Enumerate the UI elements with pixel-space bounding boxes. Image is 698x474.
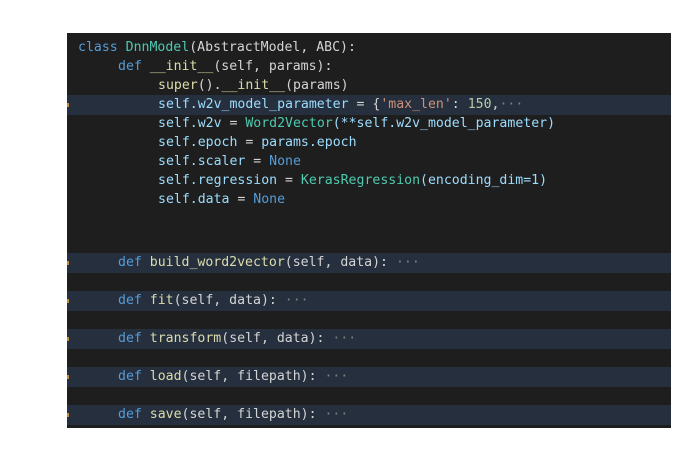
- keyword-def: def: [118, 369, 142, 384]
- function-name: build_word2vector: [149, 255, 285, 270]
- code-line-scaler[interactable]: self.scaler = None: [67, 152, 671, 172]
- class-bases: (AbstractModel, ABC):: [189, 40, 356, 55]
- code-line-class[interactable]: class DnnModel(AbstractModel, ABC):: [67, 38, 671, 58]
- function-params: (self, filepath):: [181, 407, 317, 422]
- code-line-epoch[interactable]: self.epoch = params.epoch: [67, 133, 671, 153]
- attribute: self.epoch: [158, 135, 238, 150]
- attribute: self.w2v_model_parameter: [158, 97, 349, 112]
- colon: :: [451, 97, 468, 112]
- function-params: (self, filepath):: [181, 369, 317, 384]
- folded-marker: [67, 375, 69, 379]
- function-name: __init__: [149, 59, 214, 74]
- folded-marker: [67, 103, 69, 107]
- code-line-save[interactable]: def save(self, filepath): ···: [67, 405, 671, 425]
- code-line-data[interactable]: self.data = None: [67, 190, 671, 210]
- function-name: load: [149, 369, 182, 384]
- call-punct: ().: [197, 78, 222, 93]
- keyword-none: None: [269, 154, 301, 169]
- class-name: KerasRegression: [300, 173, 421, 188]
- function-name: __init__: [221, 78, 286, 93]
- code-line-build-word2vector[interactable]: def build_word2vector(self, data): ···: [67, 253, 671, 273]
- class-name: DnnModel: [125, 40, 190, 55]
- function-name: transform: [149, 331, 222, 346]
- assign-op: =: [237, 135, 262, 150]
- assign-op: =: [229, 192, 254, 207]
- number-literal: 150: [467, 97, 492, 112]
- keyword-def: def: [118, 255, 142, 270]
- fold-ellipsis-icon[interactable]: ···: [499, 97, 523, 112]
- call-args: (**self.w2v_model_parameter): [332, 116, 556, 131]
- keyword-def: def: [118, 407, 142, 422]
- function-params: (self, data):: [221, 331, 325, 346]
- code-line-super[interactable]: super().__init__(params): [67, 76, 671, 96]
- call-args: (encoding_dim=1): [420, 173, 548, 188]
- code-line-load[interactable]: def load(self, filepath): ···: [67, 367, 671, 387]
- code-line-regression[interactable]: self.regression = KerasRegression(encodi…: [67, 171, 671, 191]
- folded-marker: [67, 261, 69, 265]
- keyword-def: def: [118, 331, 142, 346]
- code-line-fit[interactable]: def fit(self, data): ···: [67, 291, 671, 311]
- assign-op: =: [245, 154, 270, 169]
- assign-op: =: [221, 116, 246, 131]
- code-line-init-def[interactable]: def __init__(self, params):: [67, 57, 671, 77]
- code-line-w2v-param[interactable]: self.w2v_model_parameter = {'max_len': 1…: [67, 95, 671, 115]
- code-editor[interactable]: class DnnModel(AbstractModel, ABC): def …: [67, 33, 671, 428]
- attribute: self.w2v: [158, 116, 222, 131]
- folded-marker: [67, 413, 69, 417]
- attribute: self.scaler: [158, 154, 246, 169]
- attribute: self.data: [158, 192, 230, 207]
- function-params: (self, params):: [213, 59, 333, 74]
- folded-marker: [67, 299, 69, 303]
- attribute: self.regression: [158, 173, 278, 188]
- fold-ellipsis-icon[interactable]: ···: [324, 369, 348, 384]
- call-args: (params): [285, 78, 349, 93]
- fold-ellipsis-icon[interactable]: ···: [396, 255, 420, 270]
- assign-op: = {: [348, 97, 381, 112]
- assign-op: =: [277, 173, 301, 188]
- function-name: save: [149, 407, 182, 422]
- fold-ellipsis-icon[interactable]: ···: [285, 293, 309, 308]
- class-name: Word2Vector: [245, 116, 333, 131]
- value-expr: params.epoch: [261, 135, 357, 150]
- builtin-super: super: [158, 78, 198, 93]
- keyword-class: class: [78, 40, 118, 55]
- keyword-def: def: [118, 293, 142, 308]
- fold-ellipsis-icon[interactable]: ···: [332, 331, 356, 346]
- function-name: fit: [149, 293, 174, 308]
- keyword-none: None: [253, 192, 286, 207]
- folded-marker: [67, 337, 69, 341]
- code-line-transform[interactable]: def transform(self, data): ···: [67, 329, 671, 349]
- fold-ellipsis-icon[interactable]: ···: [324, 407, 348, 422]
- function-params: (self, data):: [173, 293, 277, 308]
- code-line-w2v[interactable]: self.w2v = Word2Vector(**self.w2v_model_…: [67, 114, 671, 134]
- string-literal: 'max_len': [380, 97, 452, 112]
- keyword-def: def: [118, 59, 142, 74]
- function-params: (self, data):: [284, 255, 388, 270]
